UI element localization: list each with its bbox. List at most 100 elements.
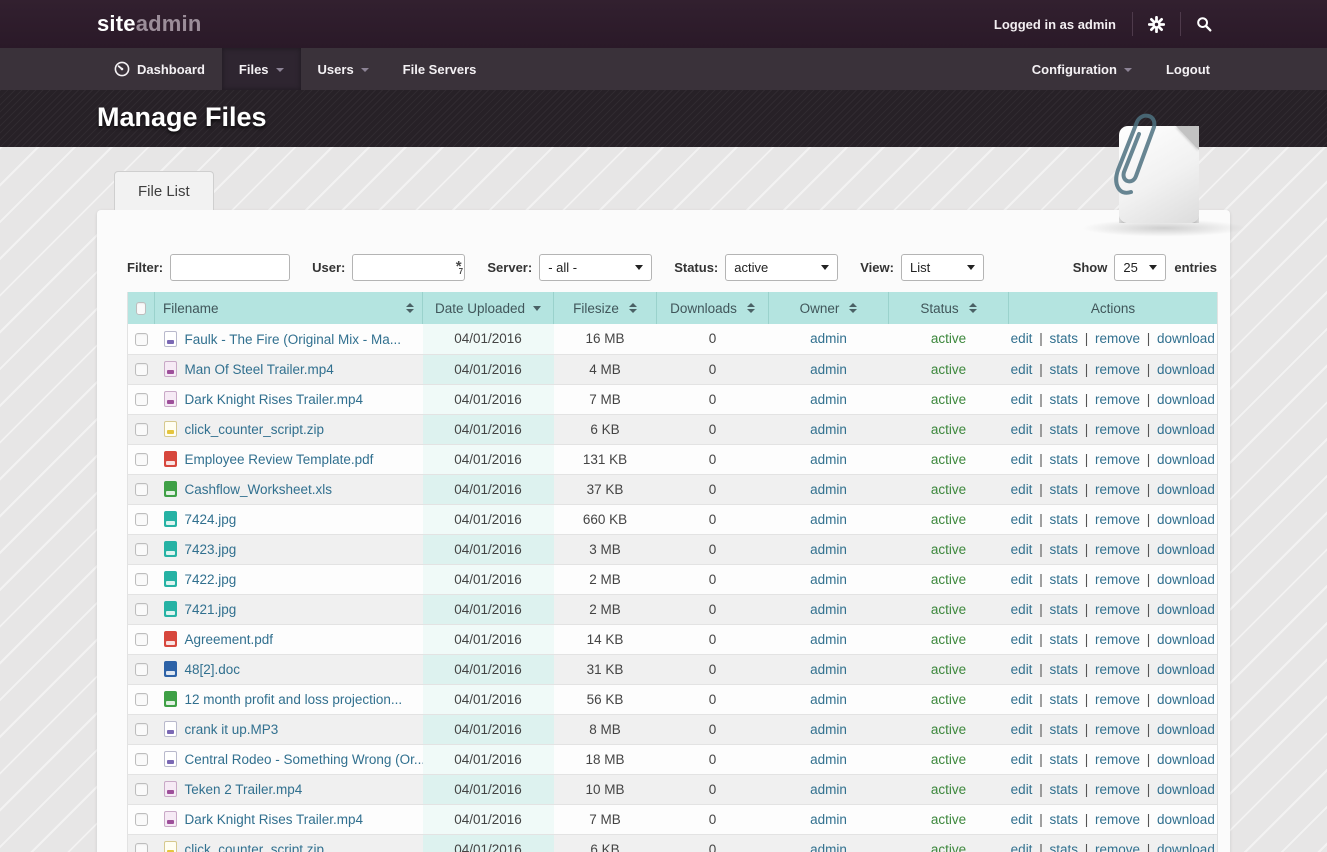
stats-link[interactable]: stats (1049, 512, 1078, 527)
owner-link[interactable]: admin (810, 482, 847, 497)
stats-link[interactable]: stats (1049, 692, 1078, 707)
view-select[interactable]: List (901, 254, 984, 281)
owner-link[interactable]: admin (810, 512, 847, 527)
edit-link[interactable]: edit (1011, 422, 1033, 437)
brand-logo[interactable]: siteadmin (97, 11, 202, 37)
user-input[interactable] (352, 254, 465, 281)
edit-link[interactable]: edit (1011, 542, 1033, 557)
remove-link[interactable]: remove (1095, 452, 1140, 467)
row-checkbox[interactable] (135, 753, 148, 766)
edit-link[interactable]: edit (1011, 572, 1033, 587)
row-checkbox[interactable] (135, 843, 148, 852)
edit-link[interactable]: edit (1011, 842, 1033, 852)
download-link[interactable]: download (1157, 842, 1215, 852)
edit-link[interactable]: edit (1011, 602, 1033, 617)
download-link[interactable]: download (1157, 331, 1215, 346)
filename-link[interactable]: Employee Review Template.pdf (185, 452, 374, 467)
download-link[interactable]: download (1157, 752, 1215, 767)
stats-link[interactable]: stats (1049, 572, 1078, 587)
stats-link[interactable]: stats (1049, 602, 1078, 617)
stats-link[interactable]: stats (1049, 782, 1078, 797)
search-button[interactable] (1181, 0, 1227, 48)
remove-link[interactable]: remove (1095, 542, 1140, 557)
edit-link[interactable]: edit (1011, 632, 1033, 647)
download-link[interactable]: download (1157, 512, 1215, 527)
edit-link[interactable]: edit (1011, 722, 1033, 737)
column-header-date-uploaded[interactable]: Date Uploaded (423, 292, 554, 324)
download-link[interactable]: download (1157, 692, 1215, 707)
filename-link[interactable]: Teken 2 Trailer.mp4 (185, 782, 303, 797)
stats-link[interactable]: stats (1049, 662, 1078, 677)
remove-link[interactable]: remove (1095, 422, 1140, 437)
filename-link[interactable]: 7423.jpg (185, 542, 237, 557)
tab-file-list[interactable]: File List (114, 171, 214, 210)
edit-link[interactable]: edit (1011, 392, 1033, 407)
stats-link[interactable]: stats (1049, 752, 1078, 767)
owner-link[interactable]: admin (810, 572, 847, 587)
owner-link[interactable]: admin (810, 662, 847, 677)
owner-link[interactable]: admin (810, 842, 847, 852)
download-link[interactable]: download (1157, 452, 1215, 467)
download-link[interactable]: download (1157, 662, 1215, 677)
filename-link[interactable]: Man Of Steel Trailer.mp4 (185, 362, 334, 377)
status-select[interactable]: active (725, 254, 838, 281)
edit-link[interactable]: edit (1011, 662, 1033, 677)
stats-link[interactable]: stats (1049, 482, 1078, 497)
edit-link[interactable]: edit (1011, 752, 1033, 767)
row-checkbox[interactable] (135, 363, 148, 376)
remove-link[interactable]: remove (1095, 331, 1140, 346)
owner-link[interactable]: admin (810, 812, 847, 827)
remove-link[interactable]: remove (1095, 782, 1140, 797)
owner-link[interactable]: admin (810, 331, 847, 346)
owner-link[interactable]: admin (810, 632, 847, 647)
download-link[interactable]: download (1157, 572, 1215, 587)
nav-item-file-servers[interactable]: File Servers (386, 48, 494, 90)
filename-link[interactable]: 7421.jpg (185, 602, 237, 617)
show-entries-select[interactable]: 25 (1114, 254, 1166, 281)
filename-link[interactable]: 7422.jpg (185, 572, 237, 587)
stats-link[interactable]: stats (1049, 331, 1078, 346)
owner-link[interactable]: admin (810, 692, 847, 707)
edit-link[interactable]: edit (1011, 482, 1033, 497)
stats-link[interactable]: stats (1049, 812, 1078, 827)
stats-link[interactable]: stats (1049, 542, 1078, 557)
row-checkbox[interactable] (135, 723, 148, 736)
remove-link[interactable]: remove (1095, 662, 1140, 677)
owner-link[interactable]: admin (810, 362, 847, 377)
owner-link[interactable]: admin (810, 602, 847, 617)
download-link[interactable]: download (1157, 542, 1215, 557)
remove-link[interactable]: remove (1095, 392, 1140, 407)
owner-link[interactable]: admin (810, 722, 847, 737)
owner-link[interactable]: admin (810, 422, 847, 437)
download-link[interactable]: download (1157, 782, 1215, 797)
row-checkbox[interactable] (135, 333, 148, 346)
column-header-status[interactable]: Status (889, 292, 1009, 324)
stats-link[interactable]: stats (1049, 362, 1078, 377)
row-checkbox[interactable] (135, 603, 148, 616)
edit-link[interactable]: edit (1011, 331, 1033, 346)
row-checkbox[interactable] (135, 633, 148, 646)
edit-link[interactable]: edit (1011, 782, 1033, 797)
filename-link[interactable]: Agreement.pdf (185, 632, 274, 647)
owner-link[interactable]: admin (810, 452, 847, 467)
download-link[interactable]: download (1157, 722, 1215, 737)
download-link[interactable]: download (1157, 362, 1215, 377)
remove-link[interactable]: remove (1095, 572, 1140, 587)
column-header-filename[interactable]: Filename (155, 292, 423, 324)
row-checkbox[interactable] (135, 393, 148, 406)
filename-link[interactable]: Dark Knight Rises Trailer.mp4 (185, 812, 364, 827)
stats-link[interactable]: stats (1049, 422, 1078, 437)
owner-link[interactable]: admin (810, 752, 847, 767)
column-header-downloads[interactable]: Downloads (657, 292, 769, 324)
filename-link[interactable]: 7424.jpg (185, 512, 237, 527)
stats-link[interactable]: stats (1049, 452, 1078, 467)
edit-link[interactable]: edit (1011, 512, 1033, 527)
filter-input[interactable] (170, 254, 290, 281)
filename-link[interactable]: 48[2].doc (185, 662, 241, 677)
nav-item-logout[interactable]: Logout (1149, 48, 1227, 90)
row-checkbox[interactable] (135, 423, 148, 436)
filename-link[interactable]: Dark Knight Rises Trailer.mp4 (185, 392, 364, 407)
row-checkbox[interactable] (135, 573, 148, 586)
download-link[interactable]: download (1157, 482, 1215, 497)
stats-link[interactable]: stats (1049, 392, 1078, 407)
